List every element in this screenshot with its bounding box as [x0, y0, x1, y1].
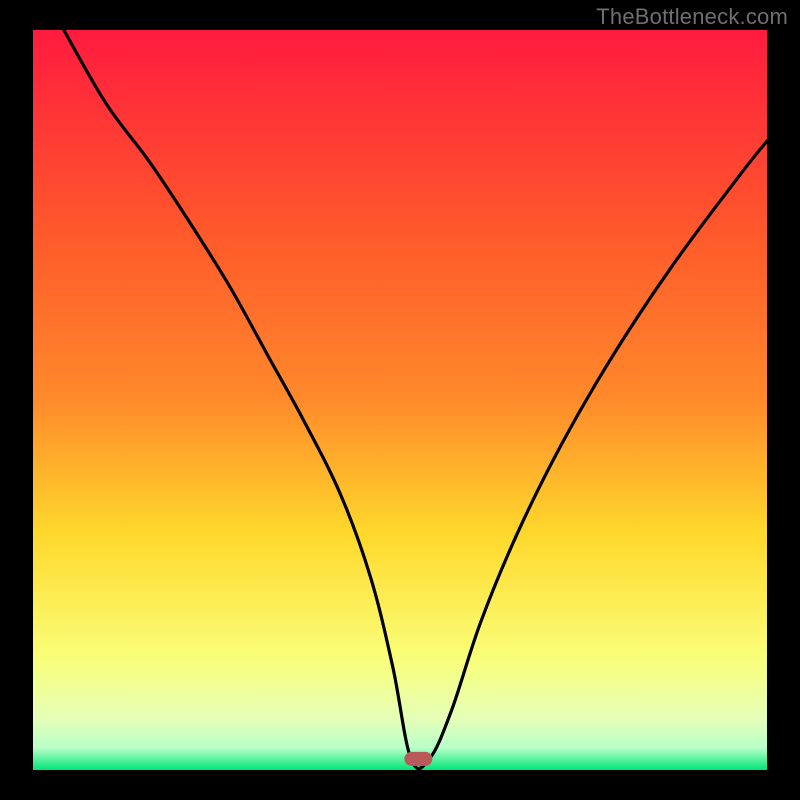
- watermark-text: TheBottleneck.com: [596, 4, 788, 30]
- chart-stage: TheBottleneck.com: [0, 0, 800, 800]
- minimum-marker: [404, 752, 432, 766]
- bottleneck-chart: [0, 0, 800, 800]
- gradient-plot-area: [33, 30, 767, 770]
